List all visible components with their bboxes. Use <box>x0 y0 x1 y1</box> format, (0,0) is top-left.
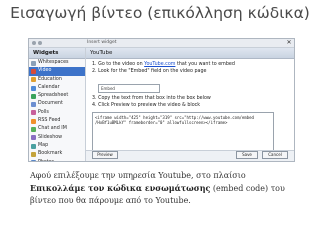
dot-icon <box>32 41 36 45</box>
education-icon <box>31 77 36 83</box>
sidebar-item-polls[interactable]: Polls <box>29 109 85 117</box>
sidebar-item-label: RSS Feed <box>38 118 61 124</box>
sidebar-item-spreadsheet[interactable]: Spreadsheet <box>29 92 85 100</box>
sidebar-item-slideshow[interactable]: Slideshow <box>29 134 85 142</box>
rss-feed-icon <box>31 118 36 124</box>
slide-title: Εισαγωγή βίντεο (επικόλληση κώδικα) <box>10 4 310 22</box>
sidebar-item-label: Polls <box>38 109 49 115</box>
instruction-step-2: 2. Look for the "Embed" field on the vid… <box>92 69 207 74</box>
embed-code-textarea[interactable]: <iframe width="425" height="319" src="ht… <box>92 112 274 152</box>
widgets-sidebar: Widgets Whitespaces Video Education Calenda… <box>29 48 86 161</box>
instruction-step-3: 3. Copy the text from that box into the … <box>92 96 211 101</box>
map-icon <box>31 143 36 149</box>
video-icon <box>31 68 36 74</box>
slideshow-icon <box>31 135 36 141</box>
sidebar-item-map[interactable]: Map <box>29 142 85 150</box>
sidebar-item-label: Calendar <box>38 84 60 90</box>
dialog-topbar: Insert widget ✕ <box>29 39 294 48</box>
sidebar-item-label: Education <box>38 76 62 82</box>
sidebar-item-bookmark[interactable]: Bookmark <box>29 150 85 158</box>
panel-header: YouTube <box>86 48 294 59</box>
sidebar-list: Whitespaces Video Education Calendar Spreads… <box>29 59 85 161</box>
sidebar-item-label: Slideshow <box>38 134 63 140</box>
sidebar-item-video[interactable]: Video <box>29 67 85 76</box>
sidebar-item-photos[interactable]: Photos <box>29 159 85 161</box>
sidebar-item-whitespaces[interactable]: Whitespaces <box>29 59 85 67</box>
document-icon <box>31 102 36 108</box>
caption-bold-text: Επικολλάμε τον κώδικα ενσωμάτωσης <box>30 183 211 193</box>
sidebar-item-label: Map <box>38 142 49 148</box>
dialog-title: Insert widget <box>87 40 117 45</box>
youtube-link[interactable]: YouTube.com <box>144 62 175 67</box>
caption-text: Αφού επιλέξουμε την υπηρεσία Youtube, στ… <box>30 171 246 180</box>
sidebar-item-label: Document <box>38 101 63 107</box>
chat-and-im-icon <box>31 127 36 133</box>
whitespaces-icon <box>31 60 36 66</box>
sidebar-item-calendar[interactable]: Calendar <box>29 84 85 92</box>
spreadsheet-icon <box>31 93 36 99</box>
preview-button[interactable]: Preview <box>92 151 118 159</box>
slide-caption: Αφού επιλέξουμε την υπηρεσία Youtube, στ… <box>30 170 292 207</box>
instruction-step-1: 1. Go to the video on YouTube.com that y… <box>92 62 235 67</box>
widget-dialog-screenshot: Insert widget ✕ Widgets Whitespaces Video… <box>28 38 295 162</box>
sidebar-item-chat-and-im[interactable]: Chat and IM <box>29 125 85 133</box>
sidebar-item-label: Bookmark <box>38 151 63 157</box>
sidebar-item-label: Whitespaces <box>38 60 69 65</box>
bookmark-icon <box>31 151 36 157</box>
save-button[interactable]: Save <box>236 151 258 159</box>
sidebar-item-rss-feed[interactable]: RSS Feed <box>29 117 85 125</box>
photos-icon <box>31 160 36 161</box>
step-1-text: 1. Go to the video on <box>92 62 145 67</box>
calendar-icon <box>31 85 36 91</box>
sidebar-item-label: Photos <box>38 159 54 161</box>
cancel-button[interactable]: Cancel <box>262 151 288 159</box>
sidebar-item-document[interactable]: Document <box>29 100 85 108</box>
instruction-step-4: 4. Click Preview to preview the video & … <box>92 103 201 108</box>
polls-icon <box>31 110 36 116</box>
dialog-footer: Preview Save Cancel <box>86 150 294 161</box>
sidebar-item-education[interactable]: Education <box>29 76 85 84</box>
youtube-panel: YouTube 1. Go to the video on YouTube.co… <box>86 48 294 161</box>
embed-field: Embed <box>98 84 160 93</box>
sidebar-header: Widgets <box>29 48 85 59</box>
close-icon[interactable]: ✕ <box>286 40 292 46</box>
sidebar-item-label: Chat and IM <box>38 126 67 132</box>
step-1-text-end: that you want to embed <box>175 62 235 67</box>
dot-icon <box>38 41 42 45</box>
sidebar-item-label: Video <box>38 68 52 74</box>
sidebar-item-label: Spreadsheet <box>38 93 69 99</box>
